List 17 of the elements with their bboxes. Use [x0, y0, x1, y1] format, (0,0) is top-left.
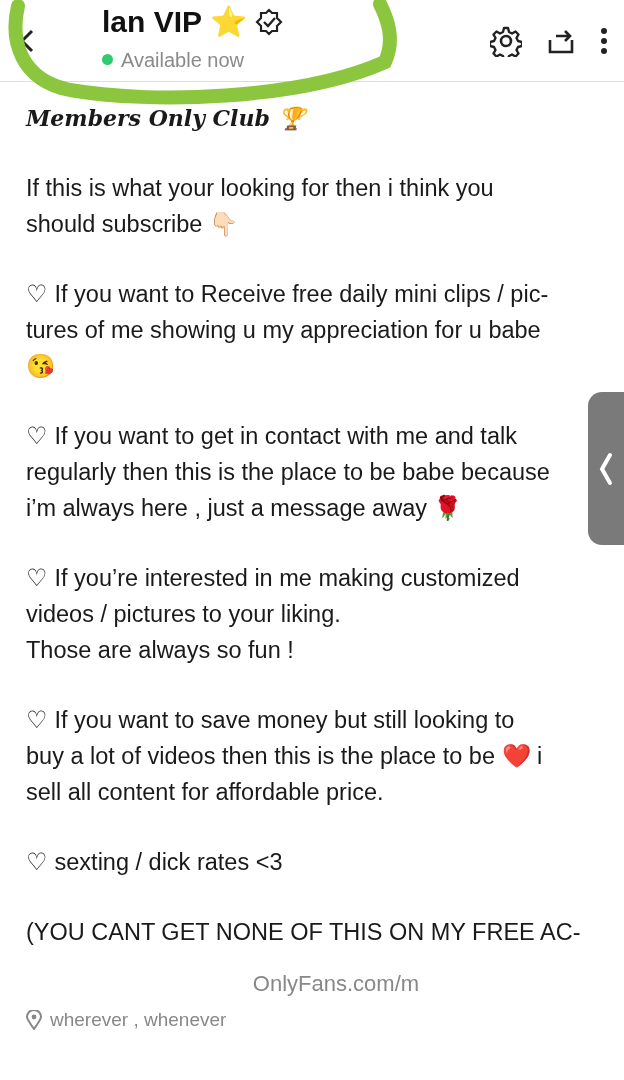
bio-paragraph: ♡ If you want to Receive free daily mini clips / pic- tures of me showing u my appreciation for u babe 😘 — [26, 280, 550, 381]
verified-icon — [254, 7, 283, 36]
bio-paragraph: If this is what your looking for then i think you should subscribe 👇🏻 — [26, 174, 495, 239]
side-panel-handle[interactable] — [588, 392, 624, 545]
bio-paragraph: (YOU CANT GET NONE OF THIS ON MY FREE AC- — [26, 918, 582, 947]
bio-paragraph: ♡ sexting / dick rates <3 — [26, 848, 284, 877]
bio-paragraph: ♡ If you want to get in contact with me and talk regularly then this is the place to be babe because i’m always here , just a message away 🌹 — [26, 422, 551, 523]
more-icon[interactable] — [600, 25, 608, 56]
location-text: wherever , whenever — [50, 1008, 227, 1032]
profile-link[interactable]: OnlyFans.com/m — [252, 966, 420, 1002]
bio-paragraph: ♡ If you want to save money but still looking to buy a lot of videos then this is the place to be ❤ i sell all content for affordable price. — [26, 706, 544, 807]
profile-name: lan VIP ⭐ — [102, 6, 247, 37]
location-pin-icon — [26, 1010, 42, 1030]
bio-paragraph: ♡ If you’re interested in me making customized videos / pictures to your liking. Those are always so fun ! — [26, 564, 521, 665]
bio-heading: Members Only Club 🏆 — [26, 100, 598, 136]
availability-status: Available now — [121, 47, 245, 73]
settings-icon[interactable] — [490, 24, 522, 57]
